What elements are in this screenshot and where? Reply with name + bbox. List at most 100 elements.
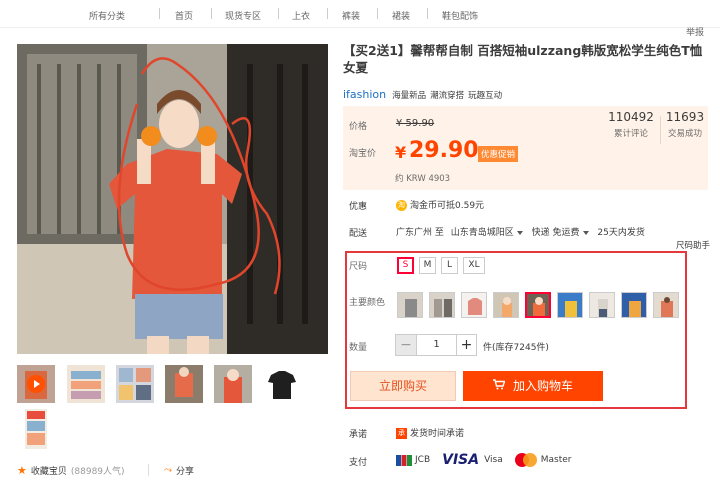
add-to-cart-button[interactable]: 加入购物车: [463, 371, 603, 401]
size-option-s[interactable]: S: [397, 257, 414, 274]
quantity-decrease-button[interactable]: −: [396, 335, 416, 355]
mastercard-label: Master: [540, 455, 572, 465]
size-helper-link[interactable]: 尺码助手: [676, 239, 710, 251]
color-option-5-selected[interactable]: [525, 292, 551, 318]
promise-icon: 承: [396, 428, 407, 439]
taobao-coin-icon: 淘: [396, 200, 407, 211]
report-link[interactable]: 举报: [686, 25, 704, 38]
quantity-input[interactable]: 1: [416, 335, 456, 355]
nav-skirts[interactable]: 裙装: [392, 9, 410, 22]
quantity-stepper: − 1 +: [395, 334, 477, 356]
ship-time: 25天内发货: [597, 228, 645, 238]
ship-method-select[interactable]: 快递 免运费: [532, 228, 580, 238]
discount-label: 优惠: [349, 202, 368, 212]
jcb-icon: [396, 454, 412, 466]
thumbnail-4[interactable]: [165, 365, 203, 403]
discount-row: 淘淘金币可抵0.59元: [396, 198, 484, 211]
star-icon: ★: [17, 464, 27, 477]
krw-price: 约 KRW 4903: [395, 174, 451, 184]
ship-from: 广东广州 至: [396, 228, 444, 238]
add-to-cart-label: 加入购物车: [512, 379, 573, 393]
nav-home[interactable]: 首页: [175, 9, 193, 22]
color-option-4[interactable]: [493, 292, 519, 318]
share-button[interactable]: ⤳ 分享: [164, 464, 194, 477]
price-panel: 价格 ¥ 59.90 淘宝价 ¥ 29.90 优惠促销 约 KRW 4903 1…: [343, 106, 708, 190]
promise-text[interactable]: 发货时间承诺: [410, 429, 464, 439]
discount-text: 淘金币可抵0.59元: [410, 201, 485, 211]
current-price: 29.90: [409, 138, 479, 163]
buy-now-button[interactable]: 立即购买: [350, 371, 456, 401]
brand-tag: 潮流穿搭: [430, 90, 465, 101]
review-count[interactable]: 110492 累计评论: [605, 110, 657, 139]
shipping-label: 配送: [349, 229, 368, 239]
chevron-down-icon[interactable]: [516, 230, 523, 235]
thumbnail-2[interactable]: [67, 365, 105, 403]
favorite-label: 收藏宝贝: [30, 467, 67, 477]
main-product-image[interactable]: [17, 44, 328, 354]
thumbnail-6[interactable]: [263, 365, 301, 403]
size-label: 尺码: [349, 262, 368, 272]
thumbnail-video[interactable]: [17, 365, 55, 403]
thumbnail-7[interactable]: [25, 409, 47, 449]
promise-label: 承诺: [349, 430, 368, 440]
favorite-button[interactable]: ★ 收藏宝贝 (88989人气): [17, 464, 125, 477]
share-icon: ⤳: [164, 465, 172, 476]
stock-text: 件(库存7245件): [483, 343, 549, 353]
play-icon: [27, 375, 45, 393]
promo-badge[interactable]: 优惠促销: [478, 146, 519, 162]
chevron-down-icon[interactable]: [582, 230, 589, 235]
nav-divider: [377, 8, 378, 19]
original-price-label: 价格: [349, 122, 368, 132]
color-option-8[interactable]: [621, 292, 647, 318]
sku-selector: 尺码 S M L XL 主要颜色 数量 − 1 + 件(库存7245件) 立即购…: [345, 251, 687, 409]
brand-row: ifashion 海量新品 潮流穿搭 玩趣互动: [343, 88, 502, 101]
color-option-3[interactable]: [461, 292, 487, 318]
currency-symbol: ¥: [395, 143, 407, 162]
favorite-count: (88989人气): [70, 467, 125, 477]
brand-tag: 玩趣互动: [468, 90, 503, 101]
color-option-7[interactable]: [589, 292, 615, 318]
quantity-label: 数量: [349, 343, 368, 353]
nav-divider: [211, 8, 212, 19]
taobao-price-label: 淘宝价: [349, 149, 377, 159]
size-option-m[interactable]: M: [419, 257, 436, 274]
divider: [660, 116, 661, 144]
nav-in-stock[interactable]: 现货专区: [225, 9, 261, 22]
quantity-increase-button[interactable]: +: [456, 335, 476, 355]
nav-divider: [427, 8, 428, 19]
sales-count-label: 交易成功: [667, 129, 702, 139]
color-option-6[interactable]: [557, 292, 583, 318]
nav-pants[interactable]: 裤装: [342, 9, 360, 22]
size-option-l[interactable]: L: [441, 257, 458, 274]
shipping-row: 广东广州 至 山东青岛城阳区 快递 免运费 25天内发货: [396, 225, 645, 238]
review-count-label: 累计评论: [613, 129, 648, 139]
product-title: 【买2送1】馨帮帮自制 百搭短袖ulzzang韩版宽松学生纯色T恤女夏: [343, 43, 703, 75]
top-nav: 所有分类 首页 现货专区 上衣 裤装 裙装 鞋包配饰: [0, 0, 720, 28]
payment-label: 支付: [349, 458, 368, 468]
cart-icon: [492, 371, 506, 401]
ifashion-logo[interactable]: ifashion: [343, 88, 386, 101]
divider: [148, 464, 149, 476]
nav-divider: [327, 8, 328, 19]
thumbnail-5[interactable]: [214, 365, 252, 403]
nav-shoes-bags[interactable]: 鞋包配饰: [442, 9, 478, 22]
thumbnail-3[interactable]: [116, 365, 154, 403]
product-photo: [17, 44, 328, 354]
mastercard-icon: [514, 453, 537, 467]
ship-to-select[interactable]: 山东青岛城阳区: [451, 228, 514, 238]
visa-logo: VISA: [442, 452, 480, 468]
brand-tag: 海量新品: [392, 90, 427, 101]
size-option-xl[interactable]: XL: [463, 257, 485, 274]
visa-label: Visa: [484, 455, 503, 465]
nav-all-categories[interactable]: 所有分类: [89, 9, 125, 22]
sales-count[interactable]: 11693 交易成功: [663, 110, 707, 139]
color-option-2[interactable]: [429, 292, 455, 318]
color-label: 主要颜色: [349, 298, 386, 308]
color-option-1[interactable]: [397, 292, 423, 318]
nav-tops[interactable]: 上衣: [292, 9, 310, 22]
color-option-9[interactable]: [653, 292, 679, 318]
review-count-value: 110492: [608, 110, 654, 124]
nav-divider: [159, 8, 160, 19]
jcb-label: JCB: [415, 455, 431, 465]
share-label: 分享: [176, 467, 195, 477]
